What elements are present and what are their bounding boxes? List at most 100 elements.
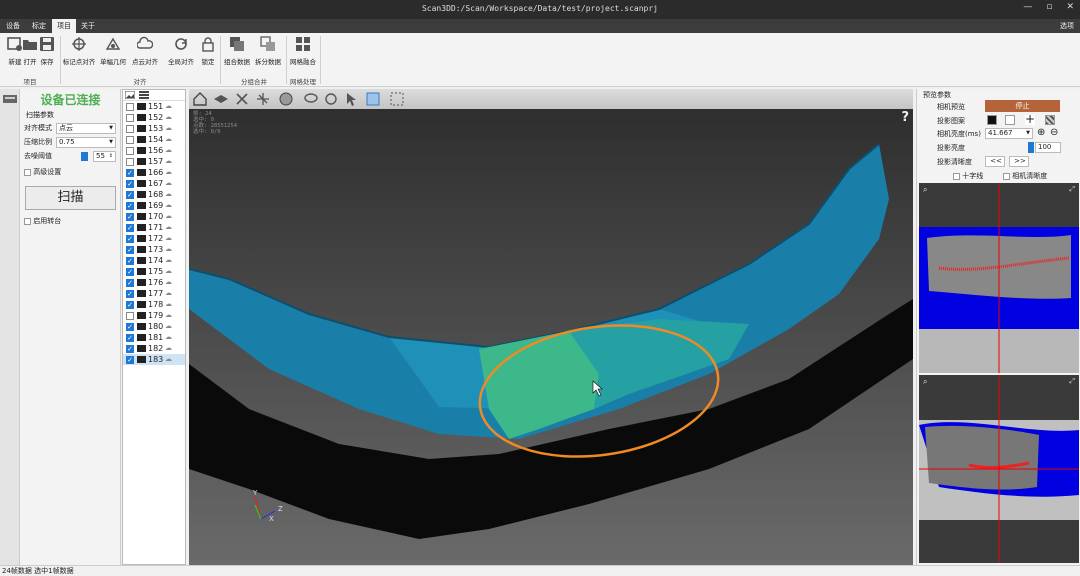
next-button[interactable]: >> [1009,156,1029,167]
scan-list-item[interactable]: 152 ☁ [123,112,185,123]
scan-checkbox[interactable] [126,158,134,166]
scan-list-item[interactable]: ✓ 182 ☁ [123,343,185,354]
compression-select[interactable]: 0.75 ▼ [56,137,116,148]
fit-selection-icon[interactable] [365,91,381,107]
mesh-fusion-button[interactable]: 网格融合 [288,33,318,71]
scan-list-item[interactable]: 154 ☁ [123,134,185,145]
cut-icon[interactable] [234,91,250,107]
home-view-icon[interactable] [192,91,208,107]
denoise-spinbox[interactable]: 55 ⇕ [93,151,116,162]
turntable-row[interactable]: 启用转台 [24,216,61,227]
layers-icon[interactable] [213,91,229,107]
scan-checkbox[interactable] [126,136,134,144]
pointer-select-icon[interactable] [344,91,360,107]
scan-checkbox[interactable]: ✓ [126,334,134,342]
brightness-ms-select[interactable]: 41.667 ▼ [985,128,1033,139]
scan-list-item[interactable]: ✓ 172 ☁ [123,233,185,244]
lasso-select-icon[interactable] [303,91,319,107]
scan-checkbox[interactable]: ✓ [126,356,134,364]
scan-checkbox[interactable]: ✓ [126,323,134,331]
projection-brightness-input[interactable]: 100 [1035,142,1061,153]
minimize-icon[interactable]: — [1023,2,1032,12]
zoom-out-icon[interactable]: ⊖ [1050,127,1058,138]
crosshair-row[interactable]: 十字线 [953,171,983,181]
menu-project[interactable]: 项目 [52,19,76,33]
scan-checkbox[interactable]: ✓ [126,268,134,276]
scan-checkbox[interactable] [126,312,134,320]
align-mode-select[interactable]: 点云 ▼ [56,123,116,134]
crosshair-checkbox[interactable] [953,172,960,180]
advanced-settings-row[interactable]: 高级设置 [24,167,61,178]
expand-icon[interactable]: ⤢ [1069,377,1075,386]
projection-brightness-slider[interactable] [1028,142,1034,153]
scan-list-item[interactable]: ✓ 170 ☁ [123,211,185,222]
dotted-box-icon[interactable] [389,91,405,107]
pattern-black-swatch[interactable] [987,115,997,125]
pattern-stripe-icon[interactable] [1045,115,1055,125]
denoise-slider[interactable] [81,152,88,161]
scan-list-item[interactable]: ✓ 169 ☁ [123,200,185,211]
scan-checkbox[interactable]: ✓ [126,279,134,287]
scan-list-item[interactable]: ✓ 178 ☁ [123,299,185,310]
scan-list-item[interactable]: 153 ☁ [123,123,185,134]
scan-list-item[interactable]: ✓ 167 ☁ [123,178,185,189]
pattern-cross-icon[interactable]: + [1025,113,1035,125]
3d-viewport[interactable]: 帧: 24 选中: 0 点数: 28551254 选中: 0/0 ? Y X Z [189,89,913,565]
scan-checkbox[interactable]: ✓ [126,235,134,243]
scan-list-item[interactable]: 156 ☁ [123,145,185,156]
pattern-white-swatch[interactable] [1005,115,1015,125]
turntable-checkbox[interactable] [24,217,31,225]
scan-list-item[interactable]: ✓ 183 ☁ [123,354,185,365]
scan-checkbox[interactable] [126,125,134,133]
options-menu[interactable]: 选项 [1060,19,1074,33]
prev-button[interactable]: << [985,156,1005,167]
scan-checkbox[interactable]: ✓ [126,301,134,309]
scan-checkbox[interactable] [126,114,134,122]
scan-list-item[interactable]: ✓ 174 ☁ [123,255,185,266]
menu-about[interactable]: 关于 [76,19,100,33]
scan-list-item[interactable]: ✓ 180 ☁ [123,321,185,332]
magnifier-icon[interactable]: ⌕ [923,377,927,387]
camera-clarity-checkbox[interactable] [1003,172,1010,180]
scan-list-item[interactable]: ✓ 168 ☁ [123,189,185,200]
scan-list-item[interactable]: 157 ☁ [123,156,185,167]
scan-checkbox[interactable]: ✓ [126,224,134,232]
scan-checkbox[interactable]: ✓ [126,169,134,177]
scan-checkbox[interactable]: ✓ [126,180,134,188]
scan-checkbox[interactable]: ✓ [126,191,134,199]
scan-checkbox[interactable]: ✓ [126,202,134,210]
scan-checkbox[interactable]: ✓ [126,257,134,265]
image-view-icon[interactable] [125,91,135,99]
camera-clarity-row[interactable]: 相机清晰度 [1003,171,1047,181]
scan-list-item[interactable]: ✓ 171 ☁ [123,222,185,233]
advanced-checkbox[interactable] [24,168,31,176]
deselect-icon[interactable] [323,91,339,107]
scan-checkbox[interactable]: ✓ [126,213,134,221]
axis-icon[interactable] [255,91,271,107]
stop-button[interactable]: 停止 [985,100,1060,112]
scan-checkbox[interactable]: ✓ [126,246,134,254]
list-view-icon[interactable] [139,91,149,99]
scan-list-item[interactable]: ✓ 176 ☁ [123,277,185,288]
scan-checkbox[interactable]: ✓ [126,290,134,298]
scan-checkbox[interactable] [126,147,134,155]
menu-calibration[interactable]: 标定 [26,19,52,33]
zoom-in-icon[interactable]: ⊕ [1037,127,1045,138]
maximize-icon[interactable]: ▫ [1046,2,1052,12]
menu-device[interactable]: 设备 [0,19,26,33]
expand-icon[interactable]: ⤢ [1069,185,1075,194]
scan-list-item[interactable]: 179 ☁ [123,310,185,321]
scan-checkbox[interactable]: ✓ [126,345,134,353]
sphere-icon[interactable] [278,91,294,107]
scan-list-item[interactable]: ✓ 173 ☁ [123,244,185,255]
scan-list-item[interactable]: ✓ 166 ☁ [123,167,185,178]
scan-button[interactable]: 扫描 [25,186,116,210]
scanner-icon[interactable] [3,94,17,104]
scan-list-item[interactable]: ✓ 177 ☁ [123,288,185,299]
scan-list-item[interactable]: ✓ 181 ☁ [123,332,185,343]
scan-list-item[interactable]: 151 ☁ [123,101,185,112]
magnifier-icon[interactable]: ⌕ [923,185,927,195]
scan-list-item[interactable]: ✓ 175 ☁ [123,266,185,277]
scan-checkbox[interactable] [126,103,134,111]
close-icon[interactable]: ✕ [1066,2,1074,12]
